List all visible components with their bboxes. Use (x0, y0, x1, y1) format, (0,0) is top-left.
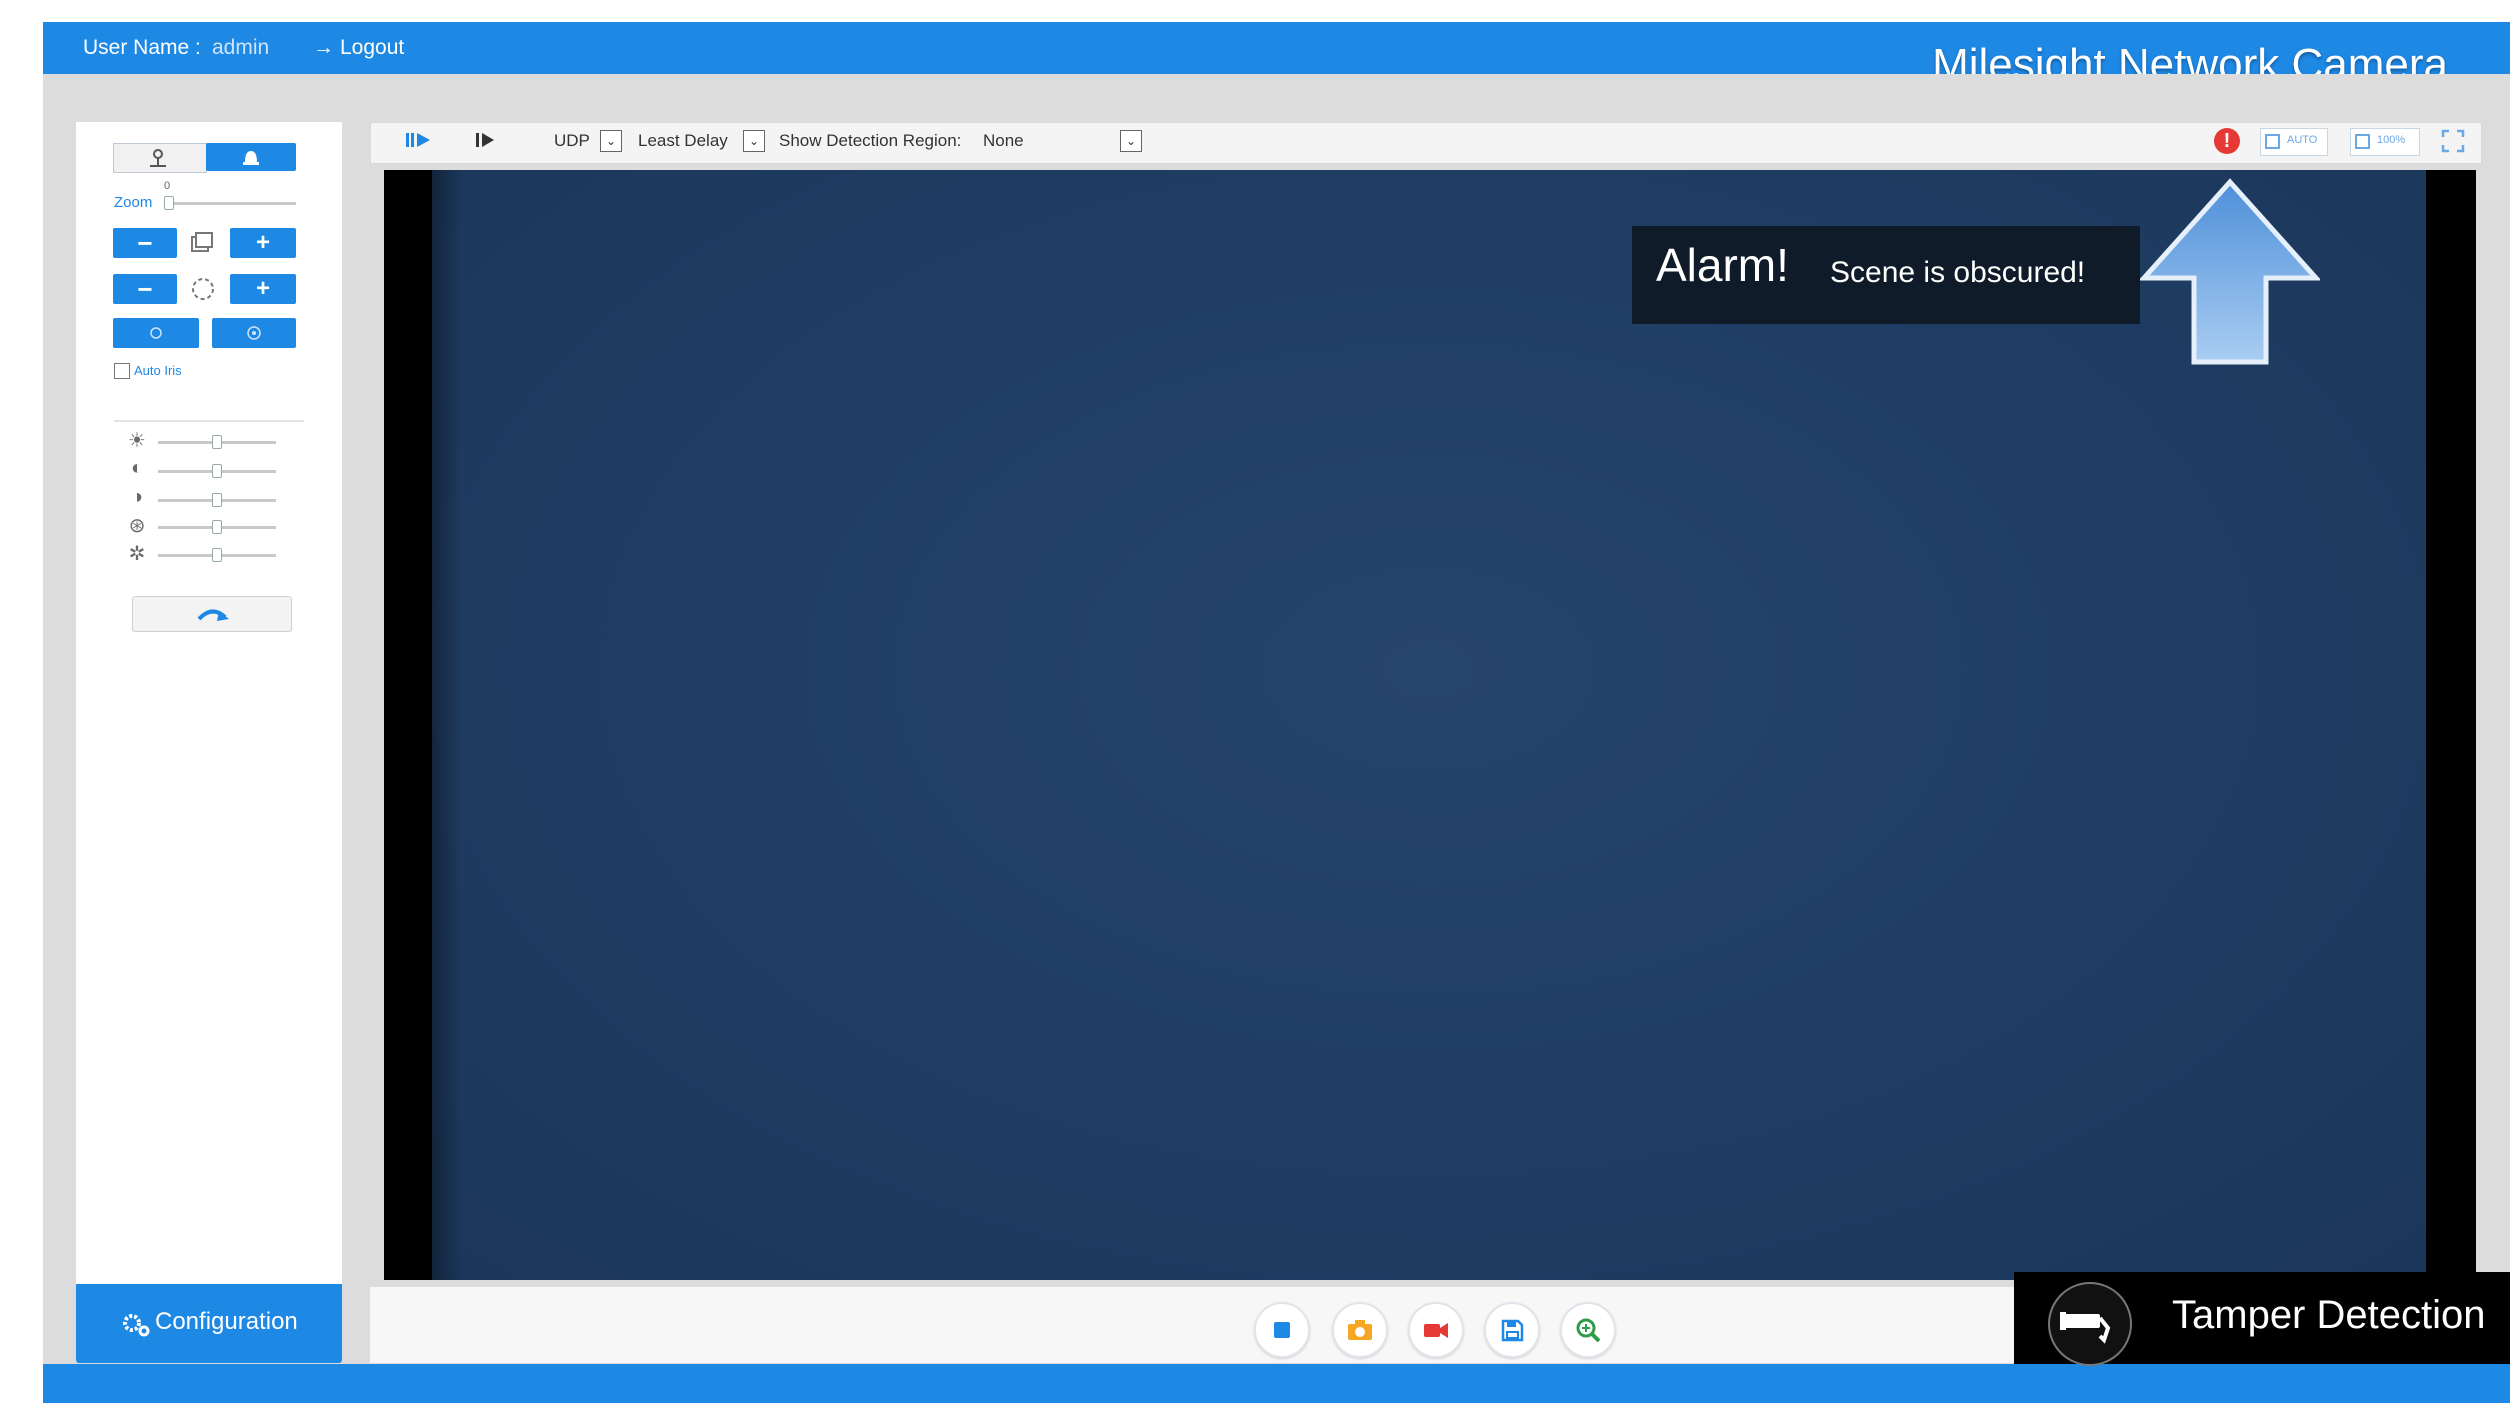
save-button[interactable] (1484, 1302, 1540, 1358)
stop-button[interactable] (1254, 1302, 1310, 1358)
logout-link[interactable]: Logout (340, 36, 404, 60)
actual-size-button[interactable]: 100% (2350, 128, 2420, 156)
stop-icon (1274, 1322, 1290, 1338)
focus-icon (190, 276, 216, 302)
saturation-icon: ◑ (130, 486, 144, 508)
iris-open-button[interactable] (212, 318, 296, 348)
auto-label: AUTO (2287, 134, 2318, 146)
noise-icon: ✲ (128, 543, 146, 565)
delay-dropdown[interactable]: ⌄ (743, 130, 765, 152)
alarm-indicator-icon[interactable]: ! (2214, 128, 2240, 154)
zoom-slider[interactable] (170, 202, 296, 205)
sharpness-icon: ⊛ (128, 515, 146, 537)
save-icon (1501, 1319, 1524, 1342)
camera-feed (432, 170, 2426, 1280)
zoom-in-button[interactable]: + (230, 228, 296, 258)
logout-arrow-icon: → (313, 36, 334, 59)
brightness-slider-handle[interactable] (212, 435, 222, 449)
detection-region-label: Show Detection Region: (779, 131, 962, 150)
tamper-detection-label: Tamper Detection (2172, 1293, 2486, 1337)
noise-slider-handle[interactable] (212, 548, 222, 562)
detection-region-dropdown[interactable]: ⌄ (1120, 130, 1142, 152)
video-record-icon (1424, 1323, 1448, 1338)
redo-arrow-icon (197, 609, 229, 621)
ptz-mode-tab[interactable] (113, 143, 207, 173)
configuration-label: Configuration (155, 1308, 298, 1335)
record-button[interactable] (1408, 1302, 1464, 1358)
user-label: User Name : (83, 36, 201, 59)
user-name: admin (212, 36, 270, 59)
fit-icon (2265, 134, 2280, 149)
zoom-label: Zoom (114, 194, 153, 211)
contrast-icon: ◐ (130, 457, 144, 479)
play-icon (406, 133, 430, 147)
alarm-message: Scene is obscured! (1830, 256, 2086, 289)
divider (114, 420, 304, 422)
fullscreen-button[interactable] (2440, 128, 2466, 154)
contrast-slider-handle[interactable] (212, 464, 222, 478)
iris-open-icon (247, 326, 261, 340)
protocol-value: UDP (554, 131, 590, 150)
ptz-focus-tab[interactable] (206, 143, 296, 171)
camera-icon (1348, 1320, 1372, 1340)
ptz-person-icon (150, 149, 166, 167)
gear-icon (120, 1310, 152, 1340)
actual-size-icon (2355, 134, 2370, 149)
auto-iris-checkbox[interactable] (114, 363, 130, 379)
iris-close-button[interactable] (113, 318, 199, 348)
play-button[interactable] (402, 128, 438, 152)
detection-region-value: None (983, 131, 1024, 150)
protocol-dropdown[interactable]: ⌄ (600, 130, 622, 152)
focus-far-button[interactable]: + (230, 274, 296, 304)
magnifier-icon (1576, 1318, 1601, 1343)
zoom-value: 0 (164, 180, 171, 192)
bell-icon (243, 151, 259, 165)
tamper-camera-icon (2048, 1282, 2132, 1366)
delay-value: Least Delay (638, 131, 728, 150)
reset-button[interactable] (132, 596, 292, 632)
fit-auto-button[interactable]: AUTO (2260, 128, 2328, 156)
video-edge-shadow (432, 170, 462, 1280)
digital-zoom-button[interactable] (1560, 1302, 1616, 1358)
focus-near-button[interactable]: − (113, 274, 177, 304)
brightness-icon: ☀ (128, 430, 146, 452)
zoom-slider-handle[interactable] (164, 196, 174, 210)
zoom-window-icon (190, 231, 214, 255)
alarm-title: Alarm! (1656, 239, 1789, 291)
iris-close-icon (150, 327, 162, 339)
saturation-slider-handle[interactable] (212, 493, 222, 507)
auto-iris-label: Auto Iris (134, 363, 182, 378)
percent-label: 100% (2377, 134, 2406, 146)
bottom-bar (43, 1364, 2510, 1403)
snapshot-button[interactable] (1332, 1302, 1388, 1358)
arrow-up-icon (2138, 178, 2322, 378)
frame-step-button[interactable] (470, 128, 502, 152)
frame-step-icon (476, 133, 494, 147)
fullscreen-icon (2441, 129, 2465, 153)
sharpness-slider-handle[interactable] (212, 520, 222, 534)
zoom-out-button[interactable]: − (113, 228, 177, 258)
